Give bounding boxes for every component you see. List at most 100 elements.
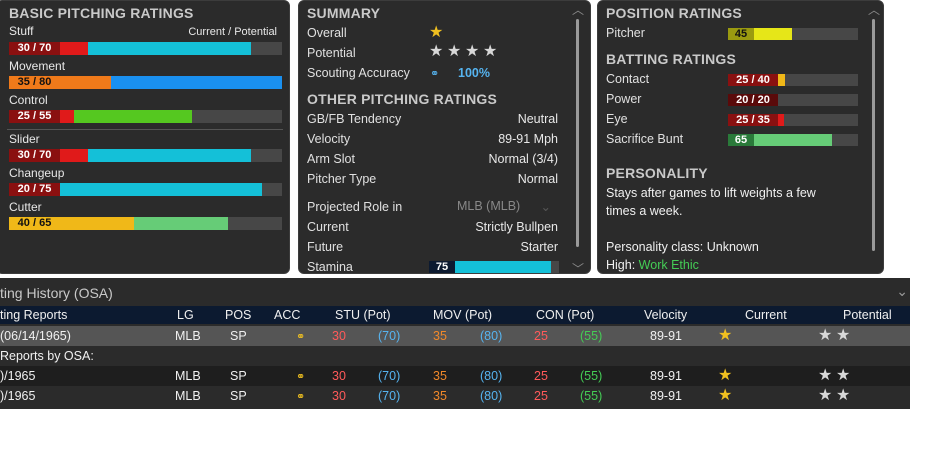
changeup-value: 20 / 75 bbox=[9, 183, 60, 196]
report-velocity: 89-91 bbox=[650, 369, 682, 383]
reports-by-osa-label: Reports by OSA: bbox=[0, 349, 94, 363]
pitching-divider bbox=[7, 129, 283, 130]
report-stu-pot: (70) bbox=[378, 329, 401, 343]
scouting-accuracy-value: 100% bbox=[458, 66, 490, 80]
report-con: 25 bbox=[534, 329, 548, 343]
col-current[interactable]: Current bbox=[745, 308, 787, 322]
pitching-ratings-panel: BASIC PITCHING RATINGS Stuff Current / P… bbox=[0, 0, 290, 274]
report-velocity: 89-91 bbox=[650, 389, 682, 403]
report-stu-pot: (70) bbox=[378, 389, 401, 403]
report-pos: SP bbox=[230, 389, 247, 403]
binoculars-icon: ⚭ bbox=[296, 391, 306, 403]
pitcher-type-value: Normal bbox=[517, 172, 558, 186]
pitcher-position-value: 45 bbox=[728, 28, 754, 40]
contact-bar: 25 / 40 bbox=[728, 74, 858, 86]
scroll-up-icon[interactable]: ︿ bbox=[572, 4, 584, 16]
col-con[interactable]: CON (Pot) bbox=[536, 308, 594, 322]
star-icon: ★ bbox=[483, 43, 498, 60]
report-con-pot: (55) bbox=[580, 369, 603, 383]
arm-slot-value: Normal (3/4) bbox=[488, 152, 558, 166]
stamina-value: 75 bbox=[429, 261, 455, 273]
collapse-chevron-icon[interactable]: ⌄ bbox=[896, 283, 908, 300]
scroll-down-icon[interactable]: ﹀ bbox=[572, 263, 584, 273]
summary-panel: SUMMARY ︿ ﹀ Overall ★ Potential ★ ★ ★ ★ … bbox=[298, 0, 591, 274]
report-stu: 30 bbox=[332, 389, 346, 403]
control-bar: 25 / 55 bbox=[9, 110, 282, 123]
report-con-pot: (55) bbox=[580, 329, 603, 343]
col-reports[interactable]: ting Reports bbox=[0, 308, 67, 322]
eye-value: 25 / 35 bbox=[728, 114, 778, 126]
star-icon: ★ bbox=[465, 43, 480, 60]
stamina-label: Stamina bbox=[307, 260, 353, 274]
report-stu: 30 bbox=[332, 329, 346, 343]
summary-scrollbar[interactable] bbox=[576, 19, 579, 247]
report-con: 25 bbox=[534, 389, 548, 403]
col-potential[interactable]: Potential bbox=[843, 308, 892, 322]
arm-slot-label: Arm Slot bbox=[307, 152, 355, 166]
table-row[interactable]: )/1965 MLB SP ⚭ 30 (70) 35 (80) 25 (55) … bbox=[0, 366, 910, 386]
report-date: )/1965 bbox=[0, 369, 36, 383]
col-lg[interactable]: LG bbox=[177, 308, 194, 322]
report-stu-pot: (70) bbox=[378, 369, 401, 383]
current-star-icon: ★ bbox=[718, 367, 733, 384]
eye-bar: 25 / 35 bbox=[728, 114, 858, 126]
report-date: (06/14/1965) bbox=[0, 329, 71, 343]
sacrifice-bunt-value: 65 bbox=[728, 134, 754, 146]
table-row[interactable]: )/1965 MLB SP ⚭ 30 (70) 35 (80) 25 (55) … bbox=[0, 386, 910, 406]
pitcher-type-label: Pitcher Type bbox=[307, 172, 377, 186]
future-role-value: Starter bbox=[520, 240, 558, 254]
pitcher-position-label: Pitcher bbox=[606, 26, 645, 40]
table-row[interactable]: (06/14/1965) MLB SP ⚭ 30 (70) 35 (80) 25… bbox=[0, 326, 910, 346]
power-bar: 20 / 20 bbox=[728, 94, 858, 106]
report-mov: 35 bbox=[433, 369, 447, 383]
star-icon: ★ bbox=[447, 43, 462, 60]
gbfb-value: Neutral bbox=[517, 112, 558, 126]
current-role-value: Strictly Bullpen bbox=[475, 220, 558, 234]
overall-label: Overall bbox=[307, 26, 347, 40]
potential-label: Potential bbox=[307, 46, 356, 60]
potential-star-icon: ★ bbox=[818, 367, 833, 384]
table-row: Reports by OSA: bbox=[0, 346, 910, 366]
sacrifice-bunt-label: Sacrifice Bunt bbox=[606, 132, 684, 146]
stuff-value: 30 / 70 bbox=[9, 42, 60, 55]
velocity-value: 89-91 Mph bbox=[498, 132, 558, 146]
overall-half-star-icon: ★ bbox=[429, 24, 444, 41]
col-pos[interactable]: POS bbox=[225, 308, 251, 322]
pitcher-position-bar: 45 bbox=[728, 28, 858, 40]
personality-high: High: Work Ethic bbox=[606, 258, 699, 272]
report-pos: SP bbox=[230, 329, 247, 343]
stuff-label: Stuff bbox=[9, 24, 34, 38]
report-stu: 30 bbox=[332, 369, 346, 383]
potential-star-icon: ★ bbox=[818, 327, 833, 344]
projected-role-select[interactable]: MLB (MLB) ⌄ bbox=[457, 199, 553, 216]
batting-ratings-title: BATTING RATINGS bbox=[606, 51, 737, 67]
eye-label: Eye bbox=[606, 112, 628, 126]
scroll-up-icon[interactable]: ︿ bbox=[868, 4, 880, 16]
scouting-history-title: ting History (OSA) bbox=[0, 285, 113, 301]
report-mov-pot: (80) bbox=[480, 389, 503, 403]
binoculars-icon: ⚭ bbox=[296, 331, 306, 343]
scouting-history-header[interactable]: ting History (OSA) ⌄ bbox=[0, 278, 910, 307]
col-stu[interactable]: STU (Pot) bbox=[335, 308, 391, 322]
power-value: 20 / 20 bbox=[728, 94, 778, 106]
report-mov: 35 bbox=[433, 329, 447, 343]
changeup-label: Changeup bbox=[9, 166, 65, 180]
position-scrollbar[interactable] bbox=[872, 19, 875, 251]
control-value: 25 / 55 bbox=[9, 110, 60, 123]
col-mov[interactable]: MOV (Pot) bbox=[433, 308, 492, 322]
binoculars-icon: ⚭ bbox=[296, 371, 306, 383]
report-date: )/1965 bbox=[0, 389, 36, 403]
col-velocity[interactable]: Velocity bbox=[644, 308, 687, 322]
potential-half-star-icon: ★ bbox=[836, 367, 851, 384]
control-label: Control bbox=[9, 93, 48, 107]
future-role-label: Future bbox=[307, 240, 344, 254]
position-panel: POSITION RATINGS ︿ Pitcher 45 BATTING RA… bbox=[597, 0, 884, 274]
movement-value: 35 / 80 bbox=[9, 76, 60, 89]
contact-label: Contact bbox=[606, 72, 650, 86]
movement-label: Movement bbox=[9, 59, 66, 73]
personality-description-line2: times a week. bbox=[606, 204, 683, 218]
movement-bar: 35 / 80 bbox=[9, 76, 282, 89]
power-label: Power bbox=[606, 92, 642, 106]
col-acc[interactable]: ACC bbox=[274, 308, 300, 322]
cutter-bar: 40 / 65 bbox=[9, 217, 282, 230]
